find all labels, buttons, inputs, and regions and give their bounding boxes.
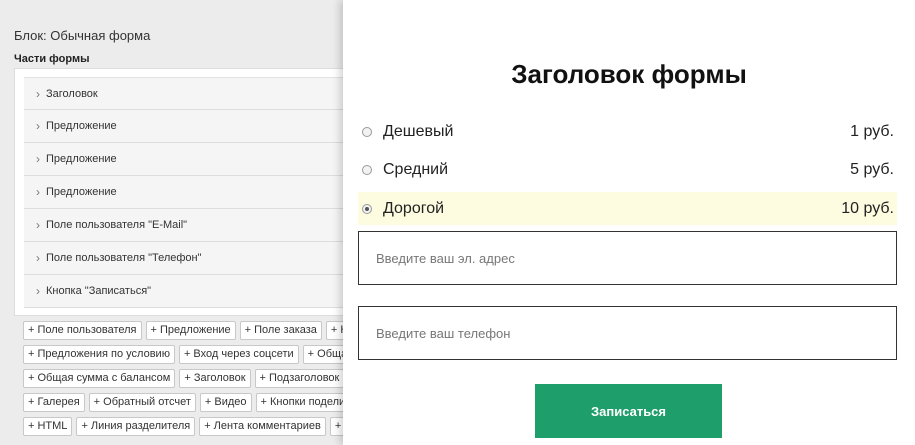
add-countdown-button[interactable]: + Обратный отсчет bbox=[88, 393, 196, 412]
add-row: + HTML + Линия разделителя + Лента комме… bbox=[23, 417, 345, 440]
chevron-right-icon: › bbox=[36, 251, 40, 265]
part-item-label: Кнопка "Записаться" bbox=[46, 285, 152, 297]
radio-button-selected[interactable] bbox=[362, 203, 372, 214]
chevron-right-icon: › bbox=[36, 86, 40, 101]
add-user-field-button[interactable]: + Поле пользователя bbox=[23, 321, 142, 340]
option-price: 10 руб. bbox=[841, 199, 894, 217]
chevron-right-icon: › bbox=[36, 152, 40, 166]
add-heading-button[interactable]: + Заголовок bbox=[179, 369, 251, 388]
option-label: Дорогой bbox=[383, 199, 445, 217]
part-item-heading[interactable]: › Заголовок bbox=[24, 77, 345, 110]
add-order-field-button[interactable]: + Поле заказа bbox=[239, 321, 322, 340]
part-item-offer-1[interactable]: › Предложение bbox=[24, 110, 345, 143]
chevron-right-icon: › bbox=[36, 185, 40, 199]
part-item-label: Заголовок bbox=[46, 87, 98, 100]
email-input[interactable] bbox=[358, 231, 897, 285]
add-share-buttons-button[interactable]: + Кнопки поделиться bbox=[255, 393, 345, 412]
part-item-label: Поле пользователя "E-Mail" bbox=[46, 219, 188, 231]
radio-dot bbox=[365, 206, 369, 211]
add-video-button[interactable]: + Видео bbox=[199, 393, 252, 412]
part-item-label: Предложение bbox=[46, 120, 117, 132]
add-part-buttons: + Поле пользователя + Предложение + Поле… bbox=[23, 321, 345, 441]
radio-button[interactable] bbox=[362, 164, 372, 175]
add-row: + Поле пользователя + Предложение + Поле… bbox=[23, 321, 345, 344]
add-social-login-button[interactable]: + Вход через соцсети bbox=[178, 345, 299, 364]
option-label: Дешевый bbox=[383, 122, 454, 140]
part-item-label: Предложение bbox=[46, 186, 117, 198]
option-price: 5 руб. bbox=[850, 160, 894, 178]
radio-button[interactable] bbox=[362, 126, 372, 137]
submit-button[interactable]: Записаться bbox=[535, 384, 722, 438]
chevron-right-icon: › bbox=[36, 119, 40, 133]
option-medium[interactable]: Средний 5 руб. bbox=[358, 153, 897, 186]
part-item-submit-button[interactable]: › Кнопка "Записаться" bbox=[24, 275, 345, 308]
add-row: + Галерея + Обратный отсчет + Видео + Кн… bbox=[23, 393, 345, 416]
chevron-right-icon: › bbox=[36, 284, 40, 298]
add-row: + Предложения по условию + Вход через со… bbox=[23, 345, 345, 368]
parts-title: Части формы bbox=[14, 53, 90, 65]
add-row: + Общая сумма с балансом + Заголовок + П… bbox=[23, 369, 345, 392]
option-expensive[interactable]: Дорогой 10 руб. bbox=[358, 192, 897, 225]
part-item-phone-field[interactable]: › Поле пользователя "Телефон" bbox=[24, 242, 345, 275]
add-total-button[interactable]: + Общая bbox=[302, 345, 345, 364]
part-item-label: Предложение bbox=[46, 153, 117, 165]
add-divider-button[interactable]: + Линия разделителя bbox=[76, 417, 196, 436]
add-gallery-button[interactable]: + Галерея bbox=[23, 393, 85, 412]
option-price: 1 руб. bbox=[850, 122, 894, 140]
part-item-offer-3[interactable]: › Предложение bbox=[24, 176, 345, 209]
editor-panel: Блок: Обычная форма Части формы › Заголов… bbox=[0, 0, 345, 445]
parts-box: › Заголовок › Предложение › Предложение › Пр… bbox=[14, 68, 345, 316]
chevron-right-icon: › bbox=[36, 218, 40, 232]
phone-input[interactable] bbox=[358, 306, 897, 360]
add-comments-feed-button[interactable]: + Лента комментариев bbox=[199, 417, 326, 436]
form-heading: Заголовок формы bbox=[511, 59, 747, 89]
option-cheap[interactable]: Дешевый 1 руб. bbox=[358, 115, 897, 148]
block-title: Блок: Обычная форма bbox=[14, 28, 151, 43]
add-offer-button[interactable]: + Предложение bbox=[145, 321, 236, 340]
add-html-button[interactable]: + HTML bbox=[23, 417, 73, 436]
add-subheading-button[interactable]: + Подзаголовок bbox=[254, 369, 345, 388]
option-label: Средний bbox=[383, 160, 449, 178]
add-conditional-offers-button[interactable]: + Предложения по условию bbox=[23, 345, 175, 364]
part-item-email-field[interactable]: › Поле пользователя "E-Mail" bbox=[24, 209, 345, 242]
part-item-label: Поле пользователя "Телефон" bbox=[46, 252, 202, 264]
part-item-offer-2[interactable]: › Предложение bbox=[24, 143, 345, 176]
part-list: › Заголовок › Предложение › Предложение › Пр… bbox=[24, 77, 345, 308]
form-preview-panel: Заголовок формы Дешевый 1 руб. Средний 5… bbox=[343, 0, 915, 445]
add-total-with-balance-button[interactable]: + Общая сумма с балансом bbox=[23, 369, 176, 388]
